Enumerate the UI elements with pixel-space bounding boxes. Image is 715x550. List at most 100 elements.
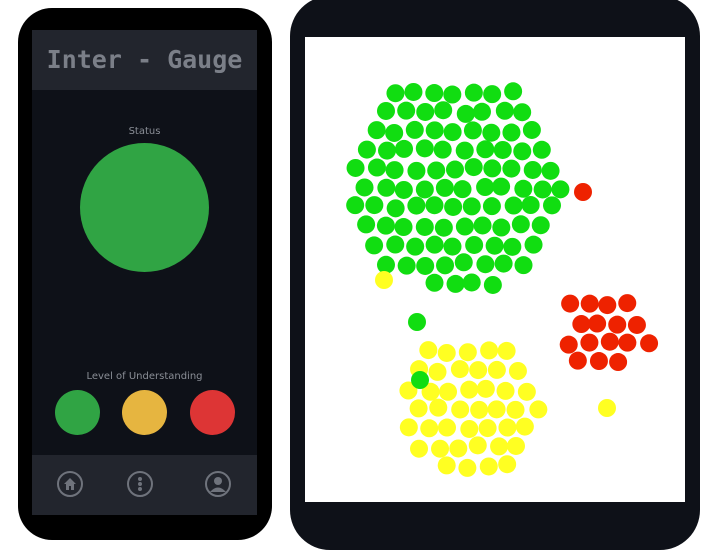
- response-dot: [437, 418, 456, 437]
- response-dot: [435, 178, 454, 197]
- response-dot: [492, 177, 511, 196]
- response-dot: [443, 123, 462, 142]
- response-dot: [506, 436, 525, 455]
- response-dot: [572, 315, 591, 334]
- response-dot: [478, 419, 497, 438]
- response-dot: [492, 218, 511, 237]
- response-dot: [385, 161, 404, 180]
- response-dot: [455, 217, 474, 236]
- response-dot: [618, 294, 637, 313]
- response-dot: [506, 400, 525, 419]
- response-dot: [513, 103, 532, 122]
- response-dot: [385, 123, 404, 142]
- response-dot: [365, 196, 384, 215]
- response-dot: [490, 437, 509, 456]
- response-dot: [425, 84, 444, 103]
- status-indicator: [80, 143, 209, 272]
- response-dot: [409, 399, 428, 418]
- response-dot: [541, 161, 560, 180]
- response-dot: [485, 236, 504, 255]
- response-dot: [394, 180, 413, 199]
- response-dots: [346, 82, 659, 477]
- response-dot: [443, 85, 462, 104]
- response-dot: [386, 235, 405, 254]
- response-dot: [523, 160, 542, 179]
- response-dot: [464, 83, 483, 102]
- response-dot: [580, 333, 599, 352]
- response-dot: [437, 456, 456, 475]
- response-dot: [495, 101, 514, 120]
- response-dot: [588, 314, 607, 333]
- response-dot: [425, 121, 444, 140]
- response-dot: [427, 161, 446, 180]
- response-dot: [561, 294, 580, 313]
- response-dot: [483, 159, 502, 178]
- response-dot: [443, 237, 462, 256]
- response-dot: [365, 236, 384, 255]
- response-dot: [462, 197, 481, 216]
- level-confused-button[interactable]: [190, 390, 235, 435]
- response-dot: [574, 183, 592, 201]
- level-partial-button[interactable]: [122, 390, 167, 435]
- response-board: [305, 37, 685, 502]
- response-dot: [444, 197, 463, 216]
- response-dot: [357, 140, 376, 159]
- app-screen: Inter - Gauge Status Level of Understand…: [32, 30, 257, 515]
- level-understand-button[interactable]: [55, 390, 100, 435]
- response-dot: [493, 140, 512, 159]
- response-dot: [399, 418, 418, 437]
- response-dot: [416, 256, 435, 275]
- response-dot: [521, 196, 540, 215]
- response-dot: [377, 178, 396, 197]
- response-dot: [367, 121, 386, 140]
- response-dot: [456, 104, 475, 123]
- response-dot: [468, 436, 487, 455]
- bottom-nav: [32, 455, 257, 515]
- response-dot: [532, 140, 551, 159]
- response-dot: [375, 271, 393, 289]
- response-dot: [568, 351, 587, 370]
- response-dot: [407, 161, 426, 180]
- response-dot: [508, 361, 527, 380]
- response-dot: [415, 139, 434, 158]
- response-dot: [367, 158, 386, 177]
- home-icon[interactable]: [57, 471, 83, 497]
- response-dot: [436, 256, 455, 275]
- response-dot: [463, 121, 482, 140]
- response-dot: [460, 419, 479, 438]
- response-dot: [559, 335, 578, 354]
- response-dot: [494, 254, 513, 273]
- response-dot: [462, 273, 481, 292]
- response-dot: [469, 361, 488, 380]
- level-label: Level of Understanding: [86, 371, 203, 382]
- response-dot: [533, 180, 552, 199]
- response-dot: [357, 215, 376, 234]
- response-dot: [408, 313, 426, 331]
- response-dot: [428, 362, 447, 381]
- response-dot: [429, 398, 448, 417]
- response-dot: [476, 255, 495, 274]
- more-vertical-icon[interactable]: [127, 471, 153, 497]
- response-dot: [496, 381, 515, 400]
- response-dot: [376, 216, 395, 235]
- response-dot: [449, 439, 468, 458]
- response-dot: [411, 371, 429, 389]
- response-dot: [522, 120, 541, 139]
- response-dot: [458, 343, 477, 362]
- response-dot: [386, 84, 405, 103]
- response-dot: [580, 294, 599, 313]
- response-dot: [376, 101, 395, 120]
- response-dot: [618, 333, 637, 352]
- response-dot: [346, 158, 365, 177]
- user-icon[interactable]: [205, 471, 231, 497]
- response-dot: [415, 180, 434, 199]
- status-label: Status: [128, 126, 161, 137]
- response-dot: [437, 343, 456, 362]
- response-dot: [514, 256, 533, 275]
- response-dot: [515, 417, 534, 436]
- response-dot: [464, 158, 483, 177]
- response-dot: [355, 178, 374, 197]
- response-dot: [497, 341, 516, 360]
- response-dot: [511, 215, 530, 234]
- response-dot: [473, 216, 492, 235]
